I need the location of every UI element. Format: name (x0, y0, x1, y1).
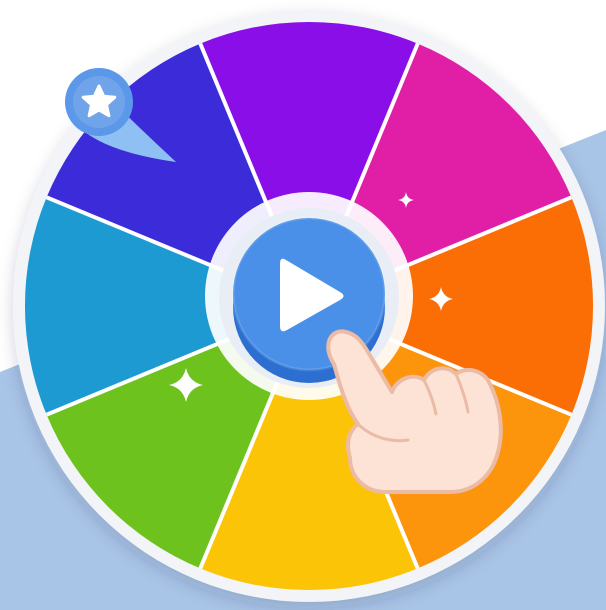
spin-wheel-scene (0, 0, 606, 610)
scene-canvas (0, 10, 606, 610)
